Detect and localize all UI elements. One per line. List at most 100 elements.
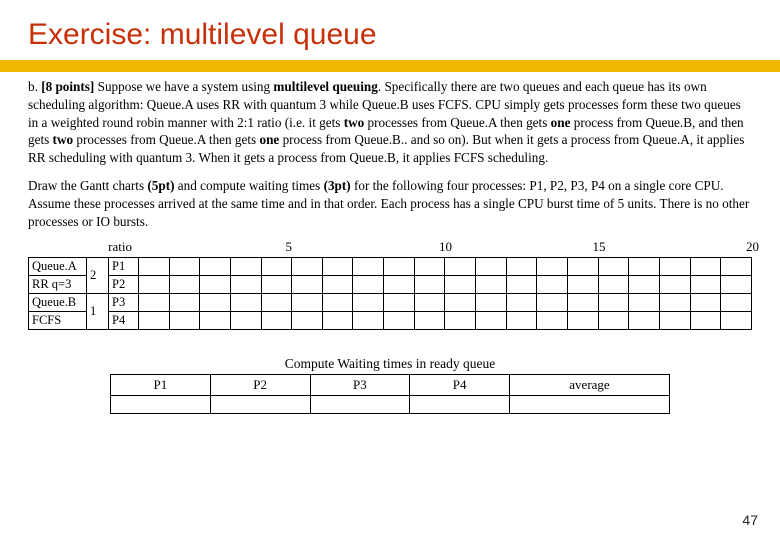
queue-name-cell: Queue.B	[29, 293, 87, 311]
gantt-slot	[445, 311, 476, 329]
gantt-slot	[476, 275, 507, 293]
gantt-slot	[200, 311, 231, 329]
gantt-slot	[659, 293, 690, 311]
gantt-slot	[322, 275, 353, 293]
gantt-slot	[567, 275, 598, 293]
ratio-cell: 2	[87, 257, 109, 293]
gantt-slot	[629, 257, 660, 275]
gantt-slot	[261, 311, 292, 329]
queue-alg-cell: RR q=3	[29, 275, 87, 293]
queue-alg-cell: FCFS	[29, 311, 87, 329]
gantt-slot	[230, 311, 261, 329]
gantt-slot	[139, 293, 170, 311]
ratio-header: ratio	[108, 239, 132, 254]
gantt-slot	[322, 311, 353, 329]
gantt-slot	[353, 257, 384, 275]
gantt-slot	[384, 257, 415, 275]
gantt-slot	[690, 311, 721, 329]
gantt-slot	[598, 311, 629, 329]
gantt-slot	[353, 311, 384, 329]
process-label-cell: P4	[109, 311, 139, 329]
waiting-value-cell	[410, 395, 510, 413]
gantt-slot	[169, 311, 200, 329]
gantt-slot	[506, 275, 537, 293]
gantt-slot	[322, 293, 353, 311]
gantt-slot	[537, 275, 568, 293]
queue-name-cell: Queue.A	[29, 257, 87, 275]
waiting-value-cell	[111, 395, 211, 413]
waiting-header-cell: P4	[410, 374, 510, 395]
axis-tick: 20	[746, 239, 759, 255]
gantt-slot	[169, 257, 200, 275]
gantt-slot	[139, 311, 170, 329]
gantt-slot	[629, 293, 660, 311]
task-text: Draw the Gantt charts (5pt) and compute …	[28, 177, 752, 230]
gantt-slot	[445, 293, 476, 311]
gantt-slot	[261, 293, 292, 311]
waiting-header-cell: average	[510, 374, 670, 395]
process-label-cell: P3	[109, 293, 139, 311]
gantt-slot	[414, 257, 445, 275]
gantt-slot	[567, 293, 598, 311]
waiting-header-cell: P1	[111, 374, 211, 395]
waiting-header-cell: P3	[310, 374, 410, 395]
gantt-slot	[353, 293, 384, 311]
gantt-slot	[690, 293, 721, 311]
process-label-cell: P2	[109, 275, 139, 293]
gantt-slot	[721, 257, 752, 275]
page-number: 47	[742, 512, 758, 528]
slide-title: Exercise: multilevel queue	[28, 18, 752, 52]
gantt-slot	[230, 293, 261, 311]
gantt-slot	[292, 257, 323, 275]
gantt-slot	[230, 275, 261, 293]
ratio-cell: 1	[87, 293, 109, 329]
gantt-slot	[721, 293, 752, 311]
process-label-cell: P1	[109, 257, 139, 275]
gantt-slot	[292, 311, 323, 329]
gantt-slot	[200, 293, 231, 311]
gantt-slot	[169, 293, 200, 311]
axis-tick: 10	[439, 239, 452, 255]
gantt-slot	[567, 257, 598, 275]
gantt-slot	[476, 293, 507, 311]
gantt-slot	[659, 311, 690, 329]
gantt-slot	[414, 293, 445, 311]
waiting-value-cell	[210, 395, 310, 413]
gantt-slot	[537, 293, 568, 311]
gantt-slot	[537, 257, 568, 275]
gantt-slot	[506, 293, 537, 311]
gantt-slot	[169, 275, 200, 293]
gantt-slot	[384, 275, 415, 293]
gantt-slot	[537, 311, 568, 329]
gantt-slot	[506, 311, 537, 329]
axis-tick: 5	[286, 239, 293, 255]
problem-text: b. [8 points] Suppose we have a system u…	[28, 78, 752, 167]
title-underline	[0, 60, 780, 72]
gantt-slot	[629, 275, 660, 293]
gantt-slot	[476, 257, 507, 275]
gantt-slot	[230, 257, 261, 275]
gantt-slot	[721, 275, 752, 293]
gantt-slot	[353, 275, 384, 293]
gantt-slot	[292, 275, 323, 293]
gantt-slot	[598, 275, 629, 293]
axis-tick: 15	[593, 239, 606, 255]
gantt-slot	[659, 275, 690, 293]
gantt-slot	[139, 275, 170, 293]
gantt-table: Queue.A2P1 RR q=3 P2 Queue.B1P3 FCFS P4	[28, 257, 752, 330]
gantt-slot	[200, 275, 231, 293]
gantt-slot	[261, 275, 292, 293]
gantt-slot	[659, 257, 690, 275]
gantt-slot	[629, 311, 660, 329]
gantt-slot	[384, 311, 415, 329]
gantt-slot	[567, 311, 598, 329]
waiting-value-cell	[510, 395, 670, 413]
gantt-slot	[261, 257, 292, 275]
gantt-chart: ratio 5101520 Queue.A2P1RR q=3P2Queue.B1…	[28, 239, 752, 330]
gantt-slot	[292, 293, 323, 311]
gantt-slot	[598, 257, 629, 275]
gantt-slot	[200, 257, 231, 275]
gantt-slot	[690, 275, 721, 293]
gantt-slot	[721, 311, 752, 329]
gantt-slot	[476, 311, 507, 329]
